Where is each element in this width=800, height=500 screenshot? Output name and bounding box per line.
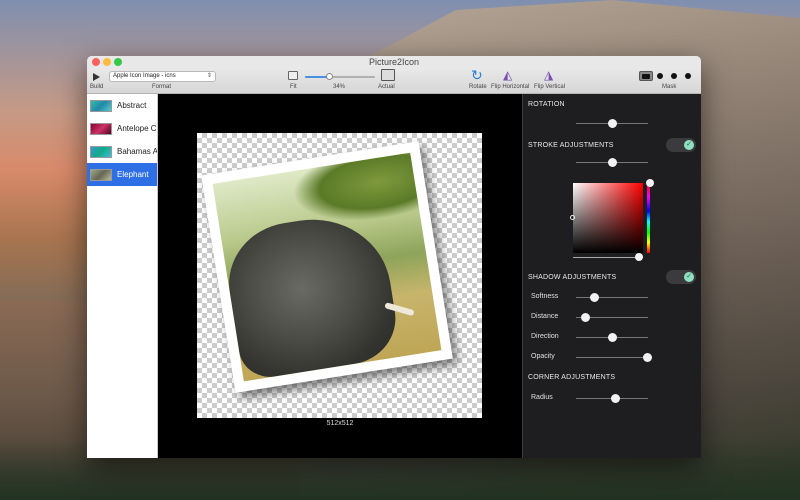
rounded-rect-icon [642,73,650,79]
checkmark-icon: ✓ [684,272,694,282]
rotate-icon[interactable]: ↻ [471,68,483,82]
dot-icon [671,73,677,79]
circle-icon [657,73,663,79]
sidebar-item-label: Bahamas Ae [117,147,157,156]
icon-size-label: 512x512 [326,420,354,427]
alpha-slider[interactable] [573,257,643,258]
mask-label: Mask [662,84,677,90]
fit-image-icon[interactable] [288,71,298,80]
radius-slider[interactable] [576,394,648,403]
direction-label: Direction [531,333,559,340]
fit-label: Fit [290,84,297,90]
mask-dot-small-option[interactable] [681,71,695,81]
flip-vertical-icon[interactable]: ◮ [544,69,553,81]
shadow-heading: SHADOW ADJUSTMENTS [528,274,617,281]
opacity-slider[interactable] [576,353,652,362]
color-picker-marker[interactable] [570,215,575,220]
titlebar: Picture2Icon [87,56,701,68]
direction-slider-knob[interactable] [608,333,617,342]
rotation-slider-knob[interactable] [608,119,617,128]
opacity-label: Opacity [531,353,555,360]
toolbar: Build Apple Icon Image - icns ⇕ Format F… [87,68,701,94]
stroke-width-slider[interactable] [576,158,648,167]
rotation-slider[interactable] [576,119,648,128]
mask-dot-option[interactable] [667,71,681,81]
rotation-heading: ROTATION [528,101,565,108]
checkmark-icon: ✓ [684,140,694,150]
image-sidebar: Abstract Antelope Ca Bahamas Ae Elephant [87,94,158,458]
mask-selector [639,71,695,81]
elephant-shape [220,208,402,382]
hue-slider[interactable] [647,183,650,253]
flip-vertical-label: Flip Vertical [534,84,566,90]
actual-size-icon[interactable] [381,69,395,81]
sidebar-item-elephant[interactable]: Elephant [87,163,157,186]
stroke-color-picker[interactable] [570,183,643,253]
hue-slider-knob[interactable] [646,179,654,187]
sidebar-item-abstract[interactable]: Abstract [87,94,157,117]
direction-slider[interactable] [576,333,648,342]
stroke-heading: STROKE ADJUSTMENTS [528,142,614,149]
thumbnail [90,145,112,158]
zoom-value: 34% [333,84,346,90]
radius-slider-knob[interactable] [610,394,620,403]
build-play-icon[interactable] [93,73,100,81]
window-title: Picture2Icon [368,57,420,67]
app-window: Picture2Icon Build Apple Icon Image - ic… [87,56,701,458]
elephant-image [212,152,442,382]
format-select[interactable]: Apple Icon Image - icns ⇕ [109,71,216,82]
softness-slider-knob[interactable] [590,293,599,302]
build-label: Build [90,84,104,90]
flip-horizontal-label: Flip Horizontal [491,84,530,90]
stroke-width-slider-knob[interactable] [608,158,617,167]
opacity-slider-knob[interactable] [642,353,652,362]
transparency-grid [197,133,482,418]
softness-label: Softness [531,293,559,300]
sidebar-item-label: Antelope Ca [117,124,157,133]
softness-slider[interactable] [576,293,648,302]
sidebar-item-label: Abstract [117,101,147,110]
format-label: Format [152,84,172,90]
chevron-updown-icon: ⇕ [206,73,212,79]
zoom-slider-knob[interactable] [325,73,333,80]
mask-circle-option[interactable] [653,71,667,81]
corner-heading: CORNER ADJUSTMENTS [528,374,616,381]
rotate-label: Rotate [469,84,487,90]
preview-canvas: 512x512 [158,94,522,458]
adjustments-panel: ROTATION STROKE ADJUSTMENTS ✓ SHADOW ADJ… [522,94,701,458]
stroke-toggle[interactable]: ✓ [666,138,696,152]
sidebar-item-bahamas[interactable]: Bahamas Ae [87,140,157,163]
distance-slider[interactable] [576,313,648,322]
mask-rounded-rect-option[interactable] [639,71,653,81]
distance-slider-knob[interactable] [580,313,590,322]
sidebar-item-antelope[interactable]: Antelope Ca [87,117,157,140]
alpha-slider-knob[interactable] [635,253,643,261]
thumbnail [90,168,112,181]
distance-label: Distance [531,313,559,320]
thumbnail [90,99,112,112]
thumbnail [90,122,112,135]
icon-preview-photo [201,141,453,393]
dot-icon [685,73,691,79]
zoom-slider[interactable] [305,73,375,80]
sidebar-item-label: Elephant [117,170,149,179]
radius-label: Radius [531,394,553,401]
format-value: Apple Icon Image - icns [113,73,176,79]
shadow-toggle[interactable]: ✓ [666,270,696,284]
actual-label: Actual [378,84,395,90]
flip-horizontal-icon[interactable]: ◭ [503,69,512,81]
